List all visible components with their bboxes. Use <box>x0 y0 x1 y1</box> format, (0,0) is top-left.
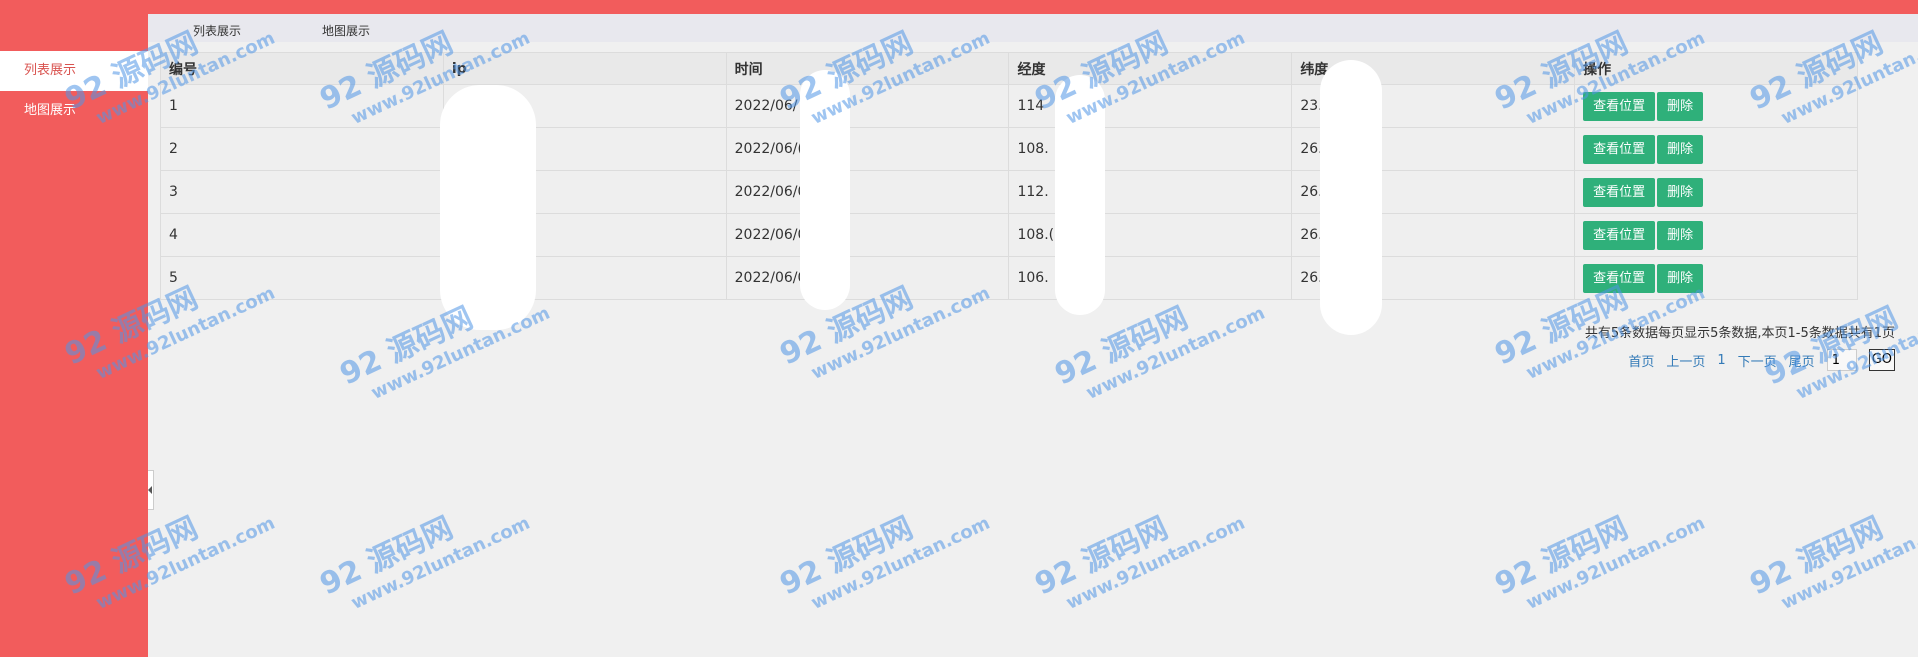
header-actions: 操作 <box>1574 52 1858 85</box>
delete-button[interactable]: 删除 <box>1657 134 1704 164</box>
cell-id: 1 <box>160 84 444 128</box>
cell-longitude: 108.( <box>1008 213 1293 257</box>
cell-actions: 查看位置 删除 <box>1574 127 1858 171</box>
redaction-mask <box>1055 75 1105 315</box>
watermark: 92 源码网 www.92luntan.com <box>1489 510 1709 614</box>
header-id: 编号 <box>160 52 444 85</box>
cell-longitude: 114 <box>1008 84 1293 128</box>
cell-actions: 查看位置 删除 <box>1574 213 1858 257</box>
table-row: 2 2022/06/( 31 108. 26.! 查看位置 删除 <box>160 127 1858 171</box>
delete-button[interactable]: 删除 <box>1657 177 1704 207</box>
header-longitude: 经度 <box>1008 52 1293 85</box>
delete-button[interactable]: 删除 <box>1657 263 1704 293</box>
tab-map[interactable]: 地图展示 <box>322 14 370 42</box>
redaction-mask <box>440 85 536 330</box>
header-time: 时间 <box>725 52 1010 85</box>
pagination-summary: 共有5条数据每页显示5条数据,本页1-5条数据共有1页 <box>1584 326 1895 341</box>
view-location-button[interactable]: 查看位置 <box>1583 134 1656 164</box>
cell-time: 2022/06/( 31 <box>725 127 1010 171</box>
page-number-input[interactable] <box>1826 349 1857 371</box>
delete-button[interactable]: 删除 <box>1657 91 1704 121</box>
cell-actions: 查看位置 删除 <box>1574 170 1858 214</box>
watermark: 92 源码网 www.92luntan.com <box>314 510 534 614</box>
table-row: 1 6 2022/06/ 38 114 23. 查看位置删除 <box>160 84 1858 128</box>
sidebar-item-list[interactable]: 列表展示 <box>0 51 148 91</box>
header-ip: ip <box>442 52 727 85</box>
cell-id: 4 <box>160 213 444 257</box>
tab-bar: 列表展示 地图展示 <box>148 14 1918 42</box>
collapse-handle[interactable] <box>148 470 154 510</box>
table-row: 5 2022/06/0 29 106. 26.4 查看位置 删除 <box>160 256 1858 300</box>
cell-time: 2022/06/0 29 <box>725 256 1010 300</box>
records-table: 编号 ip 时间 经度 纬度 操作 1 6 2022/06/ 38 114 23… <box>160 52 1858 300</box>
tab-list[interactable]: 列表展示 <box>193 14 241 42</box>
watermark: 92 源码网 www.92luntan.com <box>1029 510 1249 614</box>
view-location-button[interactable]: 查看位置 <box>1583 263 1656 293</box>
redaction-mask <box>1320 60 1382 335</box>
current-page: 1 <box>1717 352 1726 368</box>
redaction-mask <box>800 70 850 310</box>
prev-page-link[interactable]: 上一页 <box>1666 351 1705 370</box>
cell-time: 2022/06/0 58 <box>725 213 1010 257</box>
view-location-button[interactable]: 查看位置 <box>1583 220 1656 250</box>
view-location-button[interactable]: 查看位置 <box>1583 177 1656 207</box>
cell-actions: 查看位置 删除 <box>1574 256 1858 300</box>
cell-actions: 查看位置 删除 <box>1574 84 1858 128</box>
view-location-button[interactable]: 查看位置 <box>1583 91 1656 121</box>
delete-button[interactable]: 删除 <box>1657 220 1704 250</box>
sidebar-item-map[interactable]: 地图展示 <box>0 91 148 131</box>
top-bar <box>0 0 1918 14</box>
go-button[interactable]: GO <box>1868 349 1895 371</box>
cell-id: 5 <box>160 256 444 300</box>
table-row: 3 2 39 2022/06/0 03 112. 26.4 查看位置删除 <box>160 170 1858 214</box>
watermark: 92 源码网 www.92luntan.com <box>774 510 994 614</box>
table-row: 4 1 2022/06/0 58 108.( 26. 查看位置删除 <box>160 213 1858 257</box>
first-page-link[interactable]: 首页 <box>1628 351 1654 370</box>
cell-time: 2022/06/0 03 <box>725 170 1010 214</box>
cell-time: 2022/06/ 38 <box>725 84 1010 128</box>
cell-longitude: 108. <box>1008 127 1293 171</box>
cell-id: 3 <box>160 170 444 214</box>
cell-longitude: 106. <box>1008 256 1293 300</box>
sidebar: 列表展示 地图展示 <box>0 0 148 657</box>
cell-longitude: 112. <box>1008 170 1293 214</box>
next-page-link[interactable]: 下一页 <box>1738 351 1777 370</box>
pagination: 首页 上一页 1 下一页 尾页 GO <box>1628 347 1895 373</box>
table-header-row: 编号 ip 时间 经度 纬度 操作 <box>160 52 1858 85</box>
watermark: 92 源码网 www.92luntan.com <box>1744 510 1918 614</box>
cell-id: 2 <box>160 127 444 171</box>
last-page-link[interactable]: 尾页 <box>1789 351 1815 370</box>
caret-left-icon <box>148 486 152 494</box>
